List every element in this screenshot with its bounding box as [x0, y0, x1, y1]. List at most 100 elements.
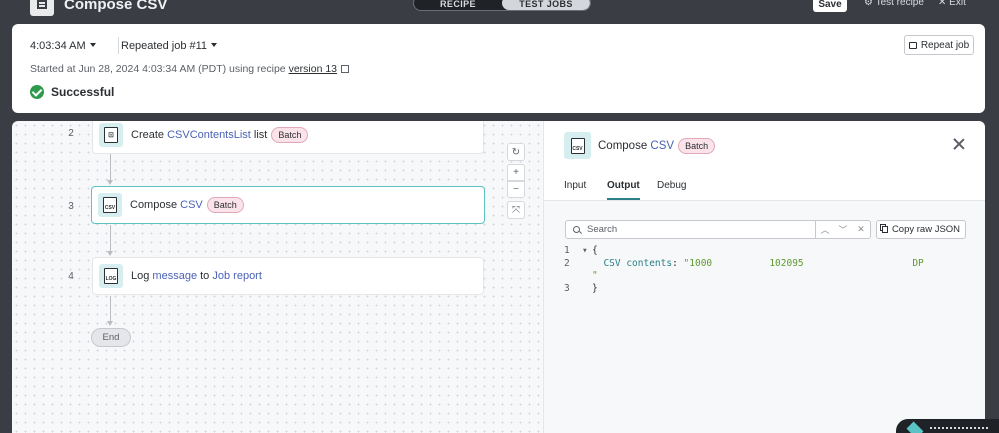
step-link[interactable]: message: [152, 270, 197, 282]
log-doc-icon: LOG: [104, 268, 118, 284]
connector: [110, 296, 111, 323]
mode-switch[interactable]: RECIPE TEST JOBS: [413, 0, 591, 11]
step-link[interactable]: CSVContentsList: [167, 129, 251, 141]
help-widget[interactable]: [896, 419, 999, 433]
external-link-icon: [341, 65, 350, 73]
list-doc-icon: ⊡: [104, 127, 118, 143]
end-node: End: [91, 328, 131, 347]
chevron-down-icon: [89, 43, 96, 47]
step-suffix: list: [253, 129, 268, 141]
repeat-icon: [908, 41, 917, 49]
step-number: 4: [68, 271, 74, 282]
recipe-canvas[interactable]: 2 ⊡ Create CSVContentsList list Batch 3 …: [12, 121, 543, 433]
line-number-empty: [564, 270, 582, 283]
chevron-down-icon[interactable]: ﹀: [834, 221, 852, 238]
save-button[interactable]: Save: [813, 0, 847, 12]
fit-view-button[interactable]: ⤧: [507, 201, 525, 219]
canvas-edge: [0, 117, 12, 433]
step-action: Create: [131, 129, 165, 141]
job-status: Successful: [30, 85, 114, 99]
search-icon: [573, 226, 580, 233]
test-recipe-button[interactable]: ⚙ Test recipe: [864, 0, 924, 8]
zoom-in-button[interactable]: +: [507, 164, 525, 181]
json-value: "1000 102095 DP: [683, 257, 924, 269]
search-field[interactable]: Search ︿ ﹀ ✕: [565, 220, 871, 239]
step-number: 3: [68, 201, 74, 212]
json-key: CSV contents: [603, 257, 673, 269]
repeat-job-button[interactable]: Repeat job: [904, 35, 974, 55]
close-icon[interactable]: [953, 138, 965, 150]
connector: [110, 154, 111, 181]
code-line: 1 ▾{: [564, 245, 924, 258]
step-mid: to: [200, 270, 210, 282]
code-line: 3}: [564, 283, 924, 296]
exit-button[interactable]: ✕ Exit: [938, 0, 966, 8]
arrow-down-icon: [107, 321, 113, 326]
app-title: Compose CSV: [64, 0, 168, 13]
divider: [118, 37, 119, 54]
tab-recipe[interactable]: RECIPE: [414, 0, 502, 10]
panel-header: CSV Compose CSV Batch: [564, 132, 716, 159]
list-icon: ⊡: [99, 123, 123, 147]
job-time: 4:03:34 AM: [30, 40, 86, 52]
line-number: 2: [564, 257, 570, 269]
zoom-out-button[interactable]: −: [507, 181, 525, 198]
collapse-toggle-icon[interactable]: ▾: [582, 245, 592, 258]
tab-input[interactable]: Input: [564, 180, 586, 198]
csv-file-icon: CSV: [98, 193, 122, 217]
clear-search-icon[interactable]: ✕: [852, 221, 870, 238]
csv-doc-icon: CSV: [103, 197, 117, 213]
top-bar: Compose CSV RECIPE TEST JOBS Save ⚙ Test…: [0, 0, 999, 16]
started-text: Started at Jun 28, 2024 4:03:34 AM (PDT)…: [30, 63, 286, 75]
batch-badge: Batch: [206, 197, 244, 213]
copy-label: Copy raw JSON: [891, 224, 961, 235]
search-input[interactable]: Search: [587, 224, 815, 235]
tab-test-jobs[interactable]: TEST JOBS: [502, 0, 590, 10]
panel-title-link[interactable]: CSV: [650, 140, 674, 152]
step-detail-panel: CSV Compose CSV Batch Input Output Debug…: [543, 121, 985, 433]
panel-title: Compose: [598, 139, 648, 152]
test-recipe-label: Test recipe: [875, 0, 924, 8]
repeat-label: Repeat job: [920, 39, 970, 51]
json-viewer[interactable]: 1 ▾{ 2 CSV contents: "1000 102095 DP " 3}: [564, 245, 924, 295]
copy-raw-json-button[interactable]: Copy raw JSON: [876, 220, 966, 239]
reset-zoom-button[interactable]: ↻: [507, 143, 525, 161]
tab-debug[interactable]: Debug: [657, 180, 686, 198]
chevron-down-icon: [211, 43, 218, 47]
exit-label: Exit: [949, 0, 966, 8]
log-file-icon: LOG: [99, 264, 123, 288]
step-link-2[interactable]: Job report: [212, 270, 262, 282]
code-line: 2 CSV contents: "1000 102095 DP: [564, 258, 924, 271]
panel-tabs: Input Output Debug: [544, 174, 985, 201]
step-create-list[interactable]: ⊡ Create CSVContentsList list Batch: [92, 121, 484, 154]
step-action: Compose: [130, 199, 178, 211]
started-info: Started at Jun 28, 2024 4:03:34 AM (PDT)…: [30, 63, 350, 75]
csv-file-icon: CSV: [564, 132, 591, 159]
code-text: }: [592, 282, 598, 294]
batch-badge: Batch: [678, 137, 716, 154]
chevron-up-icon[interactable]: ︿: [816, 221, 834, 238]
line-number: 3: [564, 282, 570, 294]
job-name-dropdown[interactable]: Repeated job #11: [121, 40, 218, 52]
connector: [110, 225, 111, 252]
version-link[interactable]: version 13: [289, 63, 337, 75]
job-time-dropdown[interactable]: 4:03:34 AM: [30, 40, 96, 52]
step-action: Log: [131, 270, 150, 282]
json-colon: :: [672, 257, 684, 269]
tab-output[interactable]: Output: [607, 180, 640, 200]
batch-badge: Batch: [271, 127, 309, 143]
step-link[interactable]: CSV: [180, 199, 203, 211]
job-name: Repeated job #11: [121, 40, 208, 52]
step-log-message[interactable]: LOG Log message to Job report: [92, 257, 484, 295]
check-circle-icon: [30, 85, 44, 99]
step-compose-csv[interactable]: CSV Compose CSV Batch: [91, 186, 485, 224]
csv-doc-icon: CSV: [570, 137, 585, 154]
step-number: 2: [68, 128, 74, 139]
code-line: ": [564, 270, 924, 283]
output-area: Search ︿ ﹀ ✕ Copy raw JSON 1 ▾{ 2 CSV con…: [544, 201, 985, 433]
json-value-continuation: ": [592, 270, 598, 281]
